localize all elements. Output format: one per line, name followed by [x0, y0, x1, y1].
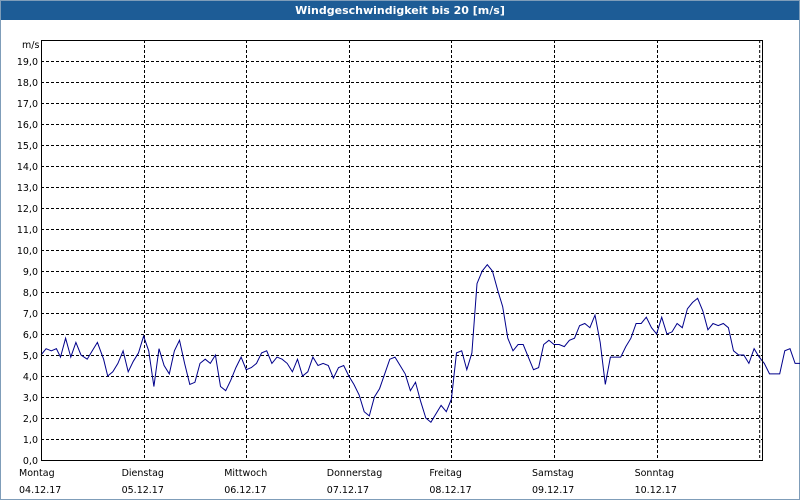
x-date-label: 07.12.17	[327, 485, 369, 496]
y-tick-label: 15,0	[17, 141, 38, 152]
x-day-labels: Montag 04.12.17 Dienstag 05.12.17 Mittwoch 06…	[19, 468, 677, 496]
y-tick-label: 2,0	[23, 414, 38, 425]
y-tick-label: 0,0	[23, 456, 38, 467]
y-tick-labels: 0,0 1,0 2,0 3,0 4,0 5,0 6,0 7,0 8,0 9,0 10,0 11,0 12…	[17, 57, 38, 467]
y-tick-label: 11,0	[17, 225, 38, 236]
x-day-label: Sonntag	[635, 468, 674, 479]
y-tick-label: 7,0	[23, 309, 38, 320]
chart-grid	[41, 40, 762, 460]
x-date-label: 04.12.17	[19, 485, 61, 496]
y-tick-label: 16,0	[17, 120, 38, 131]
y-tick-label: 12,0	[17, 204, 38, 215]
x-date-label: 09.12.17	[532, 485, 574, 496]
x-day-label: Freitag	[429, 468, 462, 479]
y-tick-label: 5,0	[23, 351, 38, 362]
y-tick-label: 18,0	[17, 78, 38, 89]
y-tick-label: 9,0	[23, 267, 38, 278]
x-date-label: 08.12.17	[429, 485, 471, 496]
y-tick-label: 3,0	[23, 393, 38, 404]
y-tick-label: 19,0	[17, 57, 38, 68]
y-tick-label: 6,0	[23, 330, 38, 341]
wind-speed-chart: 0,0 1,0 2,0 3,0 4,0 5,0 6,0 7,0 8,0 9,0 10,0 11,0 12…	[17, 40, 800, 496]
y-tick-label: 8,0	[23, 288, 38, 299]
y-tick-label: 4,0	[23, 372, 38, 383]
y-tick-label: 1,0	[23, 435, 38, 446]
x-date-label: 10.12.17	[635, 485, 677, 496]
y-axis-unit: m/s	[22, 40, 39, 51]
x-day-label: Donnerstag	[327, 468, 382, 479]
x-day-label: Dienstag	[122, 468, 164, 479]
x-day-label: Mittwoch	[224, 468, 267, 479]
y-tick-label: 14,0	[17, 162, 38, 173]
y-tick-label: 17,0	[17, 99, 38, 110]
y-tick-label: 13,0	[17, 183, 38, 194]
x-day-label: Montag	[19, 468, 55, 479]
y-tick-label: 10,0	[17, 246, 38, 257]
x-day-label: Samstag	[532, 468, 574, 479]
x-date-label: 05.12.17	[122, 485, 164, 496]
x-date-label: 06.12.17	[224, 485, 266, 496]
